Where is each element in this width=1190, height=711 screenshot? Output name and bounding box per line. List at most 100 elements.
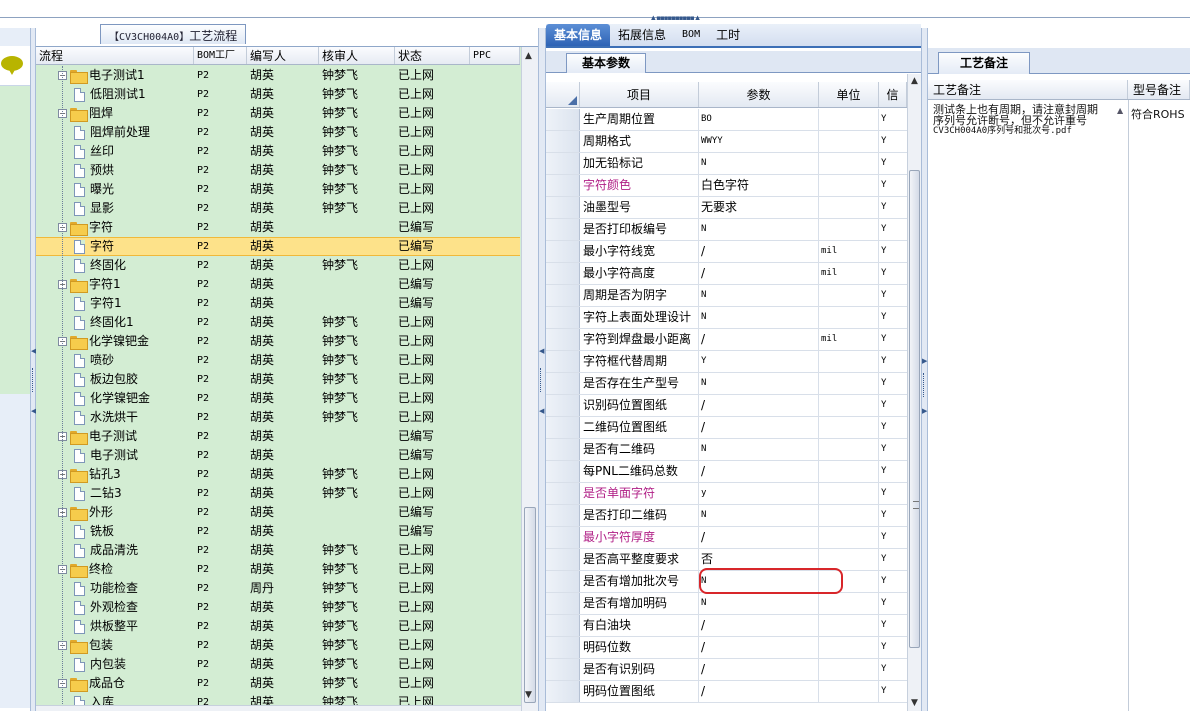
tree-step-row[interactable]: 显影 P2 胡英 钟梦飞 已上网 bbox=[36, 199, 520, 218]
tree-step-row[interactable]: 低阻测试1 P2 胡英 钟梦飞 已上网 bbox=[36, 85, 520, 104]
param-value-cell[interactable]: / bbox=[699, 659, 819, 680]
tree-group-row[interactable]: − 字符 P2 胡英 已编写 bbox=[36, 218, 520, 237]
param-value-cell[interactable]: 白色字符 bbox=[699, 175, 819, 196]
tree-group-row[interactable]: − 成品仓 P2 胡英 钟梦飞 已上网 bbox=[36, 674, 520, 693]
col-param[interactable]: 参数 bbox=[699, 82, 819, 107]
tree-step-row[interactable]: 电子测试 P2 胡英 已编写 bbox=[36, 446, 520, 465]
tree-step-row[interactable]: 阻焊前处理 P2 胡英 钟梦飞 已上网 bbox=[36, 123, 520, 142]
param-value-cell[interactable]: 无要求 bbox=[699, 197, 819, 218]
col-bom[interactable]: BOM工厂 bbox=[194, 47, 247, 64]
param-row[interactable]: 生产周期位置 BO Y bbox=[546, 109, 907, 131]
param-row[interactable]: 字符到焊盘最小距离 / mil Y bbox=[546, 329, 907, 351]
row-header[interactable] bbox=[546, 659, 580, 680]
tree-group-row[interactable]: − 钻孔3 P2 胡英 钟梦飞 已上网 bbox=[36, 465, 520, 484]
tree-step-row[interactable]: 喷砂 P2 胡英 钟梦飞 已上网 bbox=[36, 351, 520, 370]
row-header[interactable] bbox=[546, 263, 580, 284]
tree-step-row[interactable]: 字符 P2 胡英 已编写 bbox=[36, 237, 520, 256]
scroll-up-arrow-icon[interactable]: ▲ bbox=[525, 51, 532, 61]
col-process-remark[interactable]: 工艺备注 bbox=[928, 80, 1128, 99]
col-item[interactable]: 项目 bbox=[580, 82, 699, 107]
param-row[interactable]: 明码位置图纸 / Y bbox=[546, 681, 907, 703]
row-header[interactable] bbox=[546, 483, 580, 504]
col-flow[interactable]: 流程 bbox=[36, 47, 194, 64]
param-value-cell[interactable]: N bbox=[699, 373, 819, 394]
tree-step-row[interactable]: 成品清洗 P2 胡英 钟梦飞 已上网 bbox=[36, 541, 520, 560]
param-value-cell[interactable]: N bbox=[699, 505, 819, 526]
param-value-cell[interactable]: y bbox=[699, 483, 819, 504]
tree-step-row[interactable]: 二钻3 P2 胡英 钟梦飞 已上网 bbox=[36, 484, 520, 503]
row-header[interactable] bbox=[546, 461, 580, 482]
param-value-cell[interactable]: / bbox=[699, 329, 819, 350]
tree-step-row[interactable]: 化学镍钯金 P2 胡英 钟梦飞 已上网 bbox=[36, 389, 520, 408]
param-value-cell[interactable]: / bbox=[699, 615, 819, 636]
param-row[interactable]: 是否打印板编号 N Y bbox=[546, 219, 907, 241]
tab-bom[interactable]: BOM bbox=[674, 24, 708, 46]
col-reviewer[interactable]: 核审人 bbox=[319, 47, 395, 64]
tree-step-row[interactable]: 功能检查 P2 周丹 钟梦飞 已上网 bbox=[36, 579, 520, 598]
row-header[interactable] bbox=[546, 593, 580, 614]
remark-scroll-up-icon[interactable]: ▲ bbox=[1117, 106, 1123, 115]
tree-group-row[interactable]: − 包装 P2 胡英 钟梦飞 已上网 bbox=[36, 636, 520, 655]
row-header[interactable] bbox=[546, 153, 580, 174]
param-value-cell[interactable]: / bbox=[699, 241, 819, 262]
param-row[interactable]: 油墨型号 无要求 Y bbox=[546, 197, 907, 219]
col-flag[interactable]: 信 bbox=[879, 82, 907, 107]
tree-step-row[interactable]: 外观检查 P2 胡英 钟梦飞 已上网 bbox=[36, 598, 520, 617]
tree-step-row[interactable]: 铣板 P2 胡英 已编写 bbox=[36, 522, 520, 541]
row-header[interactable] bbox=[546, 549, 580, 570]
row-header[interactable] bbox=[546, 241, 580, 262]
row-header[interactable] bbox=[546, 395, 580, 416]
row-header[interactable] bbox=[546, 131, 580, 152]
params-scroll-up-icon[interactable]: ▲ bbox=[911, 76, 918, 86]
tree-group-row[interactable]: − 字符1 P2 胡英 已编写 bbox=[36, 275, 520, 294]
param-value-cell[interactable]: N bbox=[699, 439, 819, 460]
tree-group-row[interactable]: − 阻焊 P2 胡英 钟梦飞 已上网 bbox=[36, 104, 520, 123]
row-header[interactable] bbox=[546, 505, 580, 526]
params-scroll-thumb[interactable] bbox=[909, 170, 920, 648]
param-value-cell[interactable]: / bbox=[699, 681, 819, 702]
param-row[interactable]: 是否单面字符 y Y bbox=[546, 483, 907, 505]
param-value-cell[interactable]: / bbox=[699, 417, 819, 438]
row-header[interactable] bbox=[546, 527, 580, 548]
row-header[interactable] bbox=[546, 637, 580, 658]
tab-extended-info[interactable]: 拓展信息 bbox=[610, 24, 674, 46]
tree-step-row[interactable]: 内包装 P2 胡英 钟梦飞 已上网 bbox=[36, 655, 520, 674]
param-value-cell[interactable]: WWYY bbox=[699, 131, 819, 152]
tab-basic-params[interactable]: 基本参数 bbox=[566, 53, 646, 73]
param-row[interactable]: 最小字符高度 / mil Y bbox=[546, 263, 907, 285]
row-header[interactable] bbox=[546, 197, 580, 218]
tree-group-row[interactable]: − 电子测试 P2 胡英 已编写 bbox=[36, 427, 520, 446]
comment-button[interactable] bbox=[0, 46, 31, 86]
param-value-cell[interactable]: N bbox=[699, 219, 819, 240]
param-value-cell[interactable]: / bbox=[699, 527, 819, 548]
right-splitter[interactable]: ▶ ▶ bbox=[921, 28, 928, 711]
tree-step-row[interactable]: 板边包胶 P2 胡英 钟梦飞 已上网 bbox=[36, 370, 520, 389]
param-value-cell[interactable]: BO bbox=[699, 109, 819, 130]
param-value-cell[interactable]: N bbox=[699, 593, 819, 614]
tree-step-row[interactable]: 字符1 P2 胡英 已编写 bbox=[36, 294, 520, 313]
param-row[interactable]: 是否有识别码 / Y bbox=[546, 659, 907, 681]
row-header[interactable] bbox=[546, 373, 580, 394]
tree-group-row[interactable]: − 电子测试1 P2 胡英 钟梦飞 已上网 bbox=[36, 66, 520, 85]
scroll-down-arrow-icon[interactable]: ▼ bbox=[525, 690, 532, 700]
collapse-middle-arrow-icon[interactable]: ◀ bbox=[539, 348, 544, 355]
row-header[interactable] bbox=[546, 329, 580, 350]
tree-step-row[interactable]: 预烘 P2 胡英 钟梦飞 已上网 bbox=[36, 161, 520, 180]
tree-step-row[interactable]: 终固化 P2 胡英 钟梦飞 已上网 bbox=[36, 256, 520, 275]
param-row[interactable]: 是否有二维码 N Y bbox=[546, 439, 907, 461]
param-row[interactable]: 周期格式 WWYY Y bbox=[546, 131, 907, 153]
process-remark-text[interactable]: 测试条上也有周期，请注意封周期 序列号允许断号，但不允许重号 CV3CH004A… bbox=[933, 104, 1111, 137]
param-row[interactable]: 二维码位置图纸 / Y bbox=[546, 417, 907, 439]
col-writer[interactable]: 编写人 bbox=[247, 47, 319, 64]
param-row[interactable]: 字符上表面处理设计 N Y bbox=[546, 307, 907, 329]
row-header[interactable] bbox=[546, 219, 580, 240]
param-row[interactable]: 识别码位置图纸 / Y bbox=[546, 395, 907, 417]
col-unit[interactable]: 单位 bbox=[819, 82, 879, 107]
col-model-remark[interactable]: 型号备注 bbox=[1128, 80, 1190, 99]
tree-step-row[interactable]: 水洗烘干 P2 胡英 钟梦飞 已上网 bbox=[36, 408, 520, 427]
row-header[interactable] bbox=[546, 175, 580, 196]
param-row[interactable]: 有白油块 / Y bbox=[546, 615, 907, 637]
process-tab[interactable]: 【CV3CH004A0】工艺流程 bbox=[100, 24, 247, 44]
select-all-corner[interactable] bbox=[546, 82, 580, 107]
param-row[interactable]: 是否打印二维码 N Y bbox=[546, 505, 907, 527]
